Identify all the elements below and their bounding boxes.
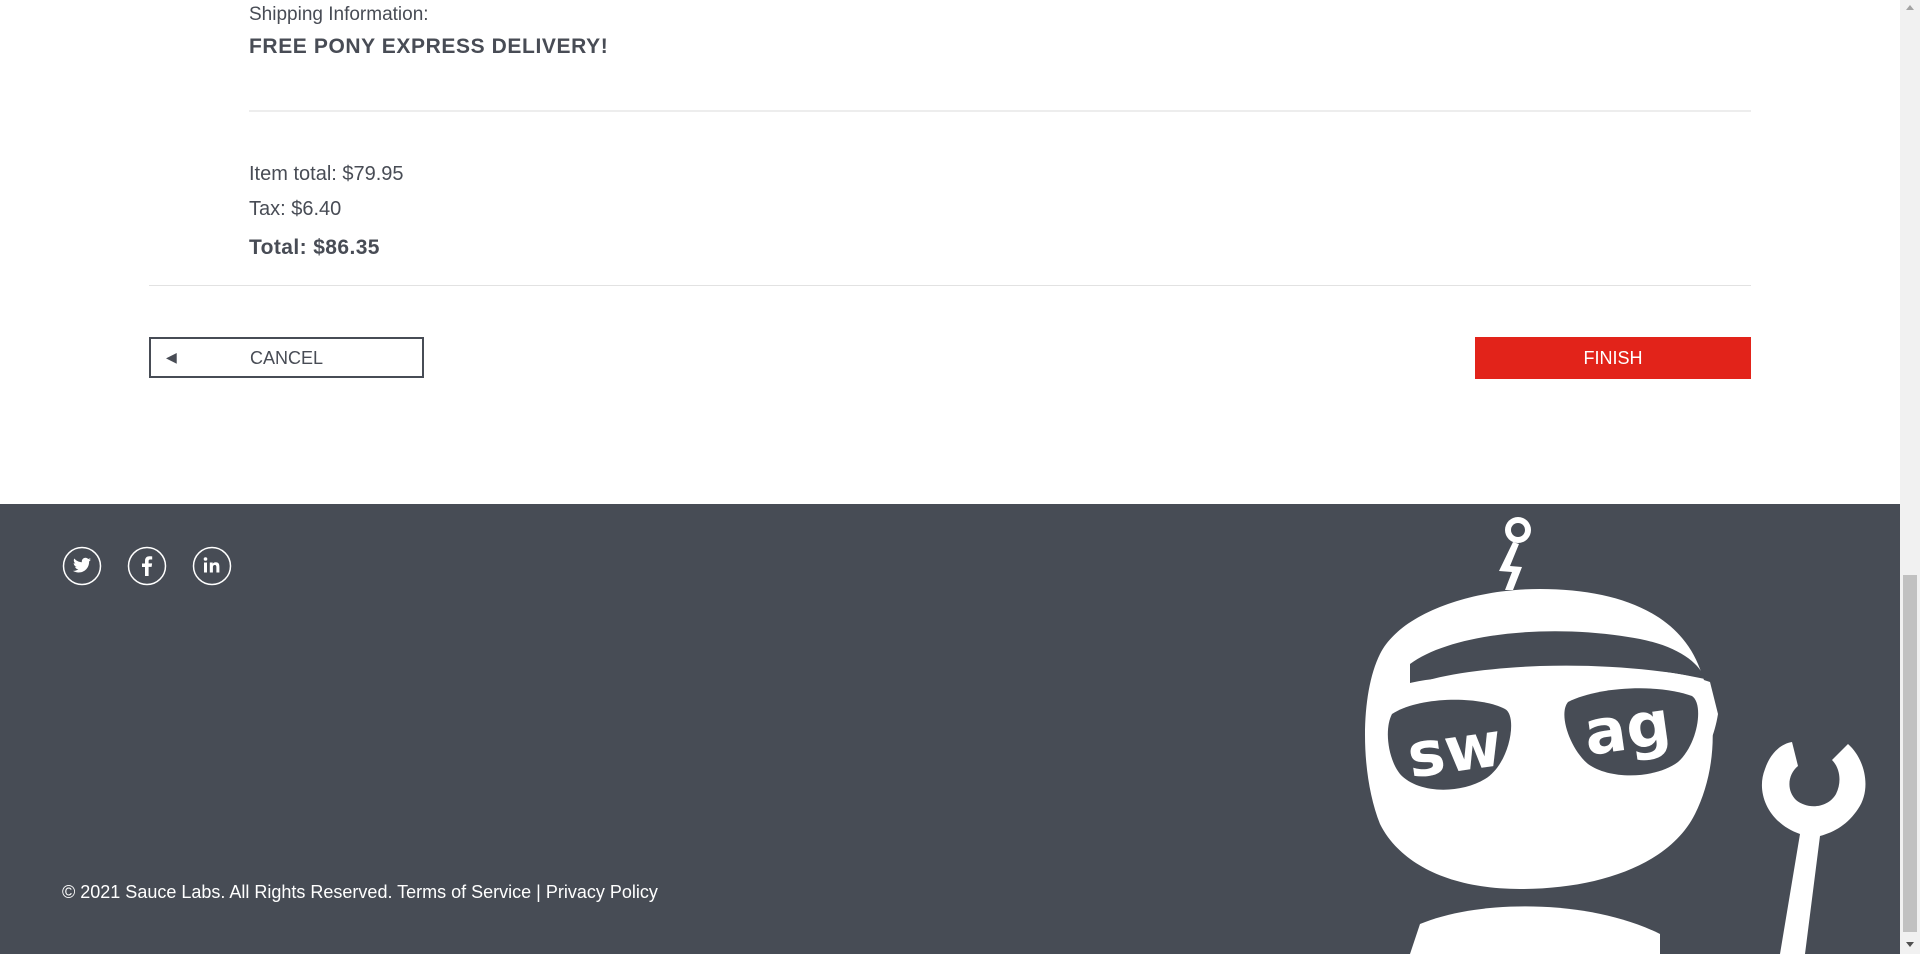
scroll-down-icon[interactable] xyxy=(1906,942,1914,947)
page: Shipping Information: FREE PONY EXPRESS … xyxy=(0,0,1920,954)
cancel-button-label: CANCEL xyxy=(249,348,324,368)
facebook-icon[interactable] xyxy=(127,546,167,586)
svg-text:ag: ag xyxy=(1579,686,1675,770)
tax: Tax: $6.40 xyxy=(249,198,342,220)
twitter-icon[interactable] xyxy=(62,546,102,586)
scroll-up-icon[interactable] xyxy=(1906,5,1914,10)
item-total: Item total: $79.95 xyxy=(249,163,404,185)
swag-bot-mascot-icon: sw ag xyxy=(1365,517,1866,954)
linkedin-icon[interactable] xyxy=(192,546,232,586)
vertical-scrollbar[interactable] xyxy=(1900,0,1920,954)
copyright-text: © 2021 Sauce Labs. All Rights Reserved. … xyxy=(62,882,658,902)
svg-text:sw: sw xyxy=(1403,707,1506,792)
shipping-info-label: Shipping Information: xyxy=(249,4,429,25)
checkout-overview: Shipping Information: FREE PONY EXPRESS … xyxy=(0,0,1900,504)
divider xyxy=(249,110,1751,112)
footer: © 2021 Sauce Labs. All Rights Reserved. … xyxy=(0,504,1900,954)
finish-button[interactable]: FINISH xyxy=(1475,337,1751,379)
shipping-info-value: FREE PONY EXPRESS DELIVERY! xyxy=(249,35,609,58)
cancel-button[interactable]: ◀ CANCEL xyxy=(149,337,424,378)
divider xyxy=(149,285,1751,286)
total: Total: $86.35 xyxy=(249,236,380,259)
scrollbar-thumb[interactable] xyxy=(1903,575,1917,932)
